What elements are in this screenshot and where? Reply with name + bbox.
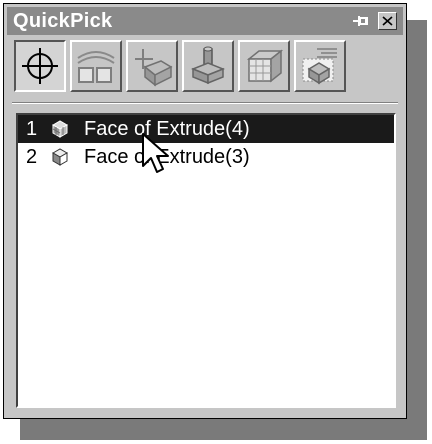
list-item-index: 2 bbox=[26, 145, 38, 168]
face-icon bbox=[46, 146, 74, 168]
toolbar-divider bbox=[12, 102, 398, 104]
pin-icon[interactable] bbox=[350, 10, 372, 32]
solid-box-filter-button[interactable] bbox=[238, 40, 290, 92]
selection-filter-toolbar bbox=[14, 40, 396, 92]
quickpick-window: QuickPick 1 Face of Extrude(4) 2 Face of… bbox=[3, 3, 407, 419]
list-item-label: Face of Extrude(4) bbox=[84, 117, 250, 140]
point-solid-filter-button[interactable] bbox=[182, 40, 234, 92]
point-solid-filter-icon bbox=[190, 46, 226, 85]
crosshair-filter-icon bbox=[22, 48, 58, 84]
axis-solid-filter-icon bbox=[135, 49, 173, 87]
feature-list-filter-icon bbox=[302, 48, 337, 85]
list-item-index: 1 bbox=[26, 117, 38, 140]
window-title: QuickPick bbox=[13, 9, 113, 32]
curve-edges-filter-icon bbox=[77, 51, 115, 83]
list-item[interactable]: 2 Face of Extrude(3) bbox=[18, 143, 394, 171]
list-item[interactable]: 1 Face of Extrude(4) bbox=[18, 115, 394, 143]
axis-solid-filter-button[interactable] bbox=[126, 40, 178, 92]
close-icon bbox=[382, 16, 393, 26]
curve-edges-filter-button[interactable] bbox=[70, 40, 122, 92]
selection-list[interactable]: 1 Face of Extrude(4) 2 Face of Extrude(3… bbox=[16, 113, 396, 408]
crosshair-filter-button[interactable] bbox=[14, 40, 66, 92]
close-button[interactable] bbox=[378, 12, 397, 30]
face-icon bbox=[46, 118, 74, 140]
title-bar[interactable]: QuickPick bbox=[7, 7, 403, 35]
solid-box-filter-icon bbox=[246, 49, 284, 83]
list-item-label: Face of Extrude(3) bbox=[84, 145, 250, 168]
feature-list-filter-button[interactable] bbox=[294, 40, 346, 92]
